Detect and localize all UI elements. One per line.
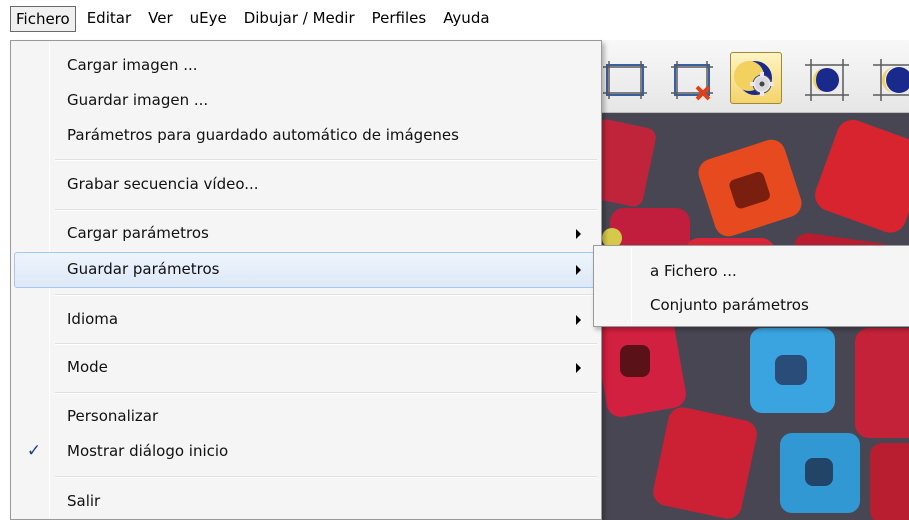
menu-fichero[interactable]: Fichero [10,6,76,32]
menu-item-load-params[interactable]: Cargar parámetros [14,216,598,252]
menu-item-exit[interactable]: Salir [14,484,598,520]
menu-dibujar-medir[interactable]: Dibujar / Medir [238,6,361,32]
menu-separator [55,392,597,394]
menu-item-mode[interactable]: Mode [14,350,598,386]
menu-item-label: Guardar parámetros [67,260,220,278]
file-menu-dropdown: Cargar imagen ... Guardar imagen ... Par… [10,40,602,520]
menu-item-label: Cargar imagen ... [67,56,198,74]
menu-item-customize[interactable]: Personalizar [14,399,598,435]
moon-icon [873,59,909,101]
menu-ueye[interactable]: uEye [184,6,233,32]
menu-item-label: Personalizar [67,407,159,425]
menu-item-language[interactable]: Idioma [14,302,598,338]
moon-icon [805,59,849,101]
menu-separator [55,343,597,345]
menu-item-load-image[interactable]: Cargar imagen ... [14,48,598,84]
submenu-arrow-icon [576,315,581,325]
save-params-submenu: a Fichero ... Conjunto parámetros [593,245,909,327]
menu-item-autosave-params[interactable]: Parámetros para guardado automático de i… [14,118,598,154]
menu-item-label: Guardar imagen ... [67,91,209,109]
grid-delete-icon [671,61,713,101]
menu-item-save-params[interactable]: Guardar parámetros [14,252,598,288]
menu-item-label: Salir [67,492,101,510]
menu-separator [55,209,597,211]
menu-item-record-video[interactable]: Grabar secuencia vídeo... [14,167,598,203]
menu-ayuda[interactable]: Ayuda [437,6,495,32]
menu-separator [55,159,597,161]
menu-item-label: Cargar parámetros [67,224,209,242]
moon-button-1[interactable] [800,52,852,104]
moon-gear-button[interactable] [730,52,782,104]
submenu-arrow-icon [576,363,581,373]
menu-item-show-start-dialog[interactable]: ✓ Mostrar diálogo inicio [14,434,598,470]
menu-bar: Fichero Editar Ver uEye Dibujar / Medir … [0,0,909,40]
menu-editar[interactable]: Editar [81,6,137,32]
moon-gear-icon [734,61,774,96]
menu-item-label: Mode [67,358,108,376]
menu-item-label: a Fichero ... [650,262,737,280]
submenu-item-to-file[interactable]: a Fichero ... [597,254,907,288]
grid-frame-icon [603,61,647,99]
submenu-item-param-set[interactable]: Conjunto parámetros [597,288,907,322]
menu-item-save-image[interactable]: Guardar imagen ... [14,83,598,119]
grid-delete-button[interactable] [666,52,718,104]
menu-item-label: Conjunto parámetros [650,296,809,314]
menu-separator [55,476,597,478]
menu-ver[interactable]: Ver [142,6,179,32]
submenu-arrow-icon [576,265,581,275]
moon-button-2[interactable] [868,52,909,104]
menu-item-label: Mostrar diálogo inicio [67,442,229,460]
menu-separator [55,294,597,296]
submenu-arrow-icon [576,229,581,239]
checkmark-icon: ✓ [26,441,42,461]
menu-perfiles[interactable]: Perfiles [366,6,433,32]
menu-item-label: Idioma [67,310,119,328]
menu-item-label: Parámetros para guardado automático de i… [67,126,459,144]
toolbar [600,40,909,113]
menu-item-label: Grabar secuencia vídeo... [67,175,259,193]
grid-frame-button[interactable] [600,52,652,104]
